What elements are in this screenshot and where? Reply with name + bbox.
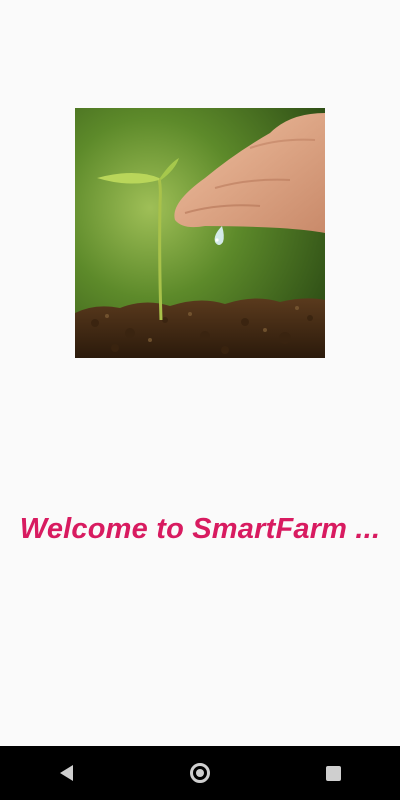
recents-icon xyxy=(325,765,341,781)
back-button[interactable] xyxy=(47,753,87,793)
seedling-hero-image xyxy=(75,108,325,358)
system-navigation-bar xyxy=(0,746,400,800)
splash-screen: Welcome to SmartFarm ... xyxy=(0,0,400,746)
welcome-title: Welcome to SmartFarm ... xyxy=(19,513,381,545)
home-button[interactable] xyxy=(180,753,220,793)
back-icon xyxy=(60,765,74,781)
recents-button[interactable] xyxy=(313,753,353,793)
home-icon xyxy=(189,763,210,783)
